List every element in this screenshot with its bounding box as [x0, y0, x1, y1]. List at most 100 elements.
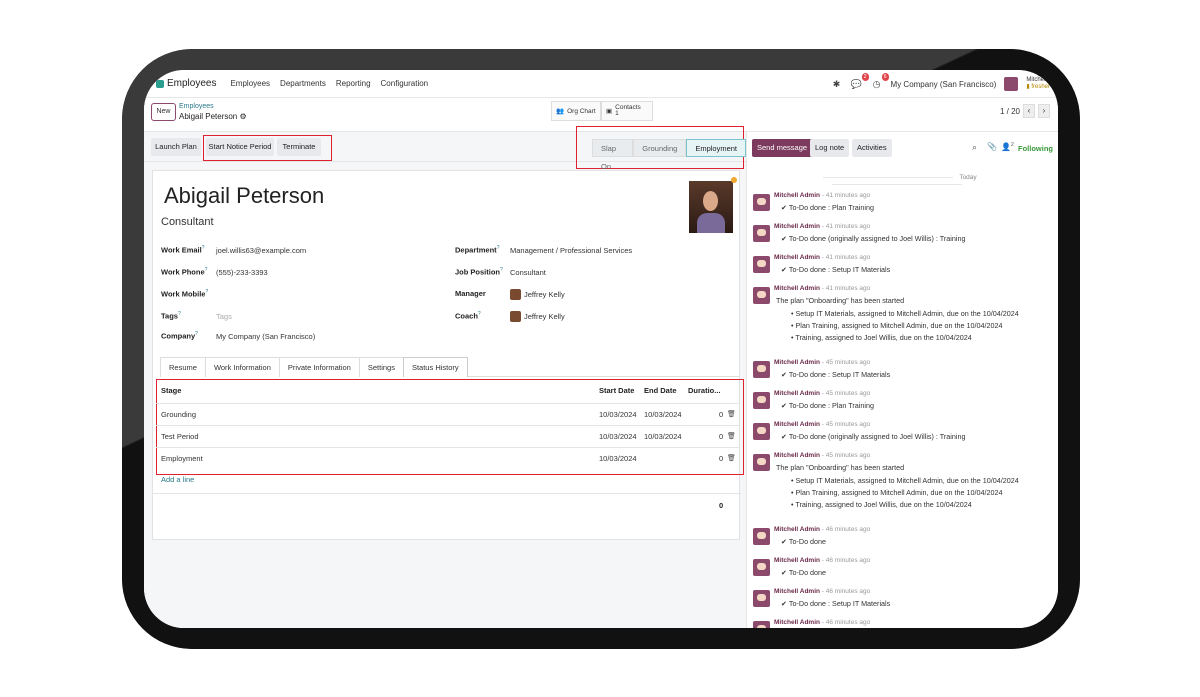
user-menu[interactable]: Mitchell ▮ fresher	[1026, 77, 1050, 91]
author-avatar[interactable]	[753, 454, 770, 471]
company-switcher[interactable]: My Company (San Francisco)	[891, 80, 997, 89]
tab-private-information[interactable]: Private Information	[278, 357, 360, 377]
job-position-field[interactable]: Consultant	[510, 268, 546, 277]
message-author[interactable]: Mitchell Admin	[774, 588, 820, 595]
messages-icon[interactable]: 💬 2	[851, 73, 869, 90]
app-logo-icon[interactable]	[156, 79, 164, 88]
pager-next-icon[interactable]: ›	[1038, 104, 1050, 118]
bug-icon[interactable]: ✱	[831, 78, 843, 90]
manager-field[interactable]: Jeffrey Kelly	[524, 290, 565, 299]
menu-employees[interactable]: Employees	[230, 79, 270, 88]
author-avatar[interactable]	[753, 423, 770, 440]
launch-plan-button[interactable]: Launch Plan	[151, 138, 201, 156]
author-avatar[interactable]	[753, 559, 770, 576]
table-row[interactable]: Employment 10/03/2024 0 🗑	[156, 447, 739, 469]
message-author[interactable]: Mitchell Admin	[774, 619, 820, 626]
author-avatar[interactable]	[753, 287, 770, 304]
tab-settings[interactable]: Settings	[358, 357, 404, 377]
work-email-field[interactable]: joel.willis63@example.com	[216, 246, 306, 255]
message-header: Mitchell Admin - 46 minutes ago	[774, 619, 870, 626]
coach-field[interactable]: Jeffrey Kelly	[524, 312, 565, 321]
breadcrumb-parent[interactable]: Employees	[179, 103, 214, 110]
message-author[interactable]: Mitchell Admin	[774, 254, 820, 261]
author-avatar[interactable]	[753, 621, 770, 628]
pager-value[interactable]: 1 / 20	[1000, 107, 1020, 116]
search-icon[interactable]: ⌕	[972, 142, 977, 153]
department-field[interactable]: Management / Professional Services	[510, 246, 632, 255]
followers-icon[interactable]: 👤2	[1001, 142, 1014, 152]
add-line-link[interactable]: Add a line	[161, 475, 194, 484]
log-note-button[interactable]: Log note	[810, 139, 850, 157]
employee-photo[interactable]	[689, 181, 733, 233]
activities-icon[interactable]: ◷ 6	[871, 73, 889, 90]
column-start-date[interactable]: Start Date	[599, 386, 634, 395]
menu-configuration[interactable]: Configuration	[381, 79, 429, 88]
trash-icon[interactable]: 🗑	[727, 410, 736, 418]
tab-work-information[interactable]: Work Information	[204, 357, 280, 377]
terminate-button[interactable]: Terminate	[277, 138, 321, 156]
department-label-text: Department	[455, 245, 497, 255]
author-avatar[interactable]	[753, 392, 770, 409]
message-time: - 41 minutes ago	[821, 192, 871, 199]
work-mobile-field[interactable]	[216, 290, 416, 300]
tab-resume[interactable]: Resume	[160, 357, 206, 377]
author-avatar[interactable]	[753, 194, 770, 211]
author-avatar[interactable]	[753, 225, 770, 242]
coach-label: Coach?	[455, 311, 481, 321]
stage-employment[interactable]: Employment	[686, 139, 746, 157]
work-phone-field[interactable]: (555)-233-3393	[216, 268, 268, 277]
column-stage[interactable]: Stage	[161, 386, 181, 395]
new-button[interactable]: New	[151, 103, 176, 121]
photo-body	[697, 213, 725, 233]
list-item: • Setup IT Materials, assigned to Mitche…	[791, 309, 1019, 318]
message-header: Mitchell Admin - 45 minutes ago	[774, 390, 870, 397]
message-author[interactable]: Mitchell Admin	[774, 421, 820, 428]
row-stage: Employment	[161, 454, 203, 463]
author-avatar[interactable]	[753, 528, 770, 545]
gear-icon[interactable]: ⚙	[240, 112, 247, 121]
column-duration[interactable]: Duratio...	[688, 386, 721, 395]
column-end-date[interactable]: End Date	[644, 386, 677, 395]
menu-reporting[interactable]: Reporting	[336, 79, 371, 88]
author-avatar[interactable]	[753, 361, 770, 378]
trash-icon[interactable]: 🗑	[727, 454, 736, 462]
paperclip-icon[interactable]: 📎	[987, 142, 997, 151]
menu-departments[interactable]: Departments	[280, 79, 326, 88]
following-toggle[interactable]: Following	[1018, 144, 1053, 153]
message-author[interactable]: Mitchell Admin	[774, 557, 820, 564]
org-chart-button[interactable]: 👥 Org Chart	[551, 101, 601, 121]
message-author[interactable]: Mitchell Admin	[774, 452, 820, 459]
activities-button[interactable]: Activities	[852, 139, 892, 157]
tab-status-history[interactable]: Status History	[402, 357, 468, 377]
date-separator: Today	[747, 174, 1047, 188]
message-body: The plan "Onboarding" has been started	[776, 463, 905, 472]
company-label: Company?	[161, 331, 198, 341]
message-author[interactable]: Mitchell Admin	[774, 285, 820, 292]
start-notice-period-button[interactable]: Start Notice Period	[206, 138, 274, 156]
stage-slap-on[interactable]: Slap On	[592, 139, 634, 171]
employee-job-title[interactable]: Consultant	[161, 216, 214, 228]
app-name[interactable]: Employees	[167, 78, 216, 89]
message-author[interactable]: Mitchell Admin	[774, 390, 820, 397]
send-message-button[interactable]: Send message	[752, 139, 813, 157]
author-avatar[interactable]	[753, 590, 770, 607]
message-author[interactable]: Mitchell Admin	[774, 359, 820, 366]
work-phone-label: Work Phone?	[161, 267, 208, 277]
message-author[interactable]: Mitchell Admin	[774, 192, 820, 199]
message-body: ✔ To-Do done	[781, 537, 827, 546]
company-field[interactable]: My Company (San Francisco)	[216, 332, 315, 341]
contacts-button[interactable]: ▣ Contacts 1	[601, 101, 653, 121]
message-time: - 46 minutes ago	[821, 588, 871, 595]
employee-name[interactable]: Abigail Peterson	[164, 183, 324, 209]
message-author[interactable]: Mitchell Admin	[774, 223, 820, 230]
tags-field[interactable]: Tags	[216, 312, 232, 321]
pager-prev-icon[interactable]: ‹	[1023, 104, 1035, 118]
table-row[interactable]: Test Period 10/03/2024 10/03/2024 0 🗑	[156, 425, 739, 447]
message-author[interactable]: Mitchell Admin	[774, 526, 820, 533]
table-row[interactable]: Grounding 10/03/2024 10/03/2024 0 🗑	[156, 403, 739, 425]
author-avatar[interactable]	[753, 256, 770, 273]
form-view: Launch Plan Start Notice Period Terminat…	[144, 126, 746, 628]
user-avatar[interactable]	[1004, 77, 1019, 91]
stage-grounding[interactable]: Grounding	[633, 139, 687, 157]
trash-icon[interactable]: 🗑	[727, 432, 736, 440]
